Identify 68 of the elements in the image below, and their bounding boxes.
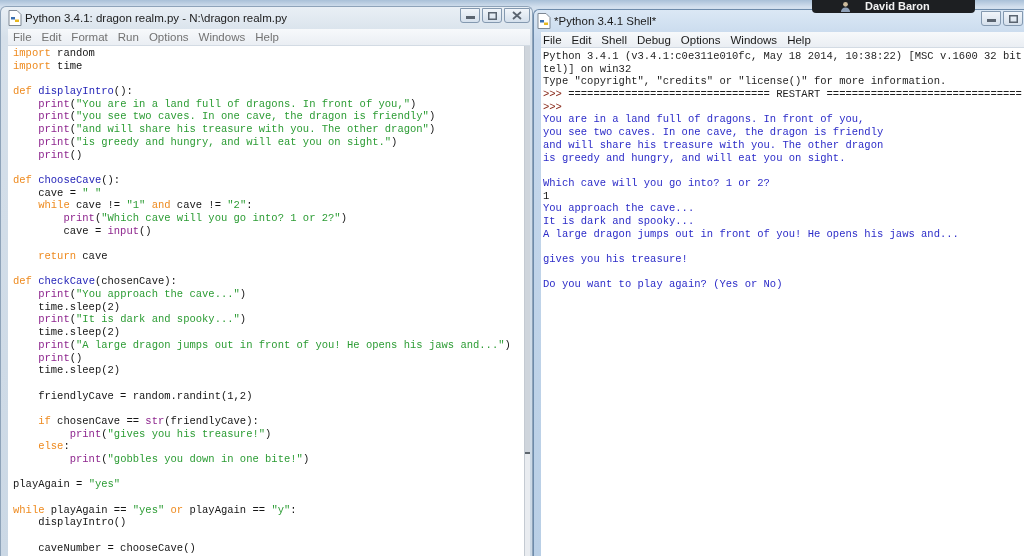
- code-line: print("It is dark and spooky..."): [38, 313, 247, 327]
- document-icon: [537, 13, 551, 29]
- person-silhouette-icon: [840, 1, 851, 12]
- code-line: print("gobbles you down in one bite!"): [69, 453, 310, 466]
- maximize-icon: [487, 11, 497, 20]
- output-line: >>> ================================ RESTART ===============================: [543, 88, 1022, 101]
- menu-item[interactable]: Debug: [636, 33, 671, 46]
- output-line: It is dark and spooky...: [543, 214, 695, 228]
- code-line: import time: [13, 59, 83, 73]
- minimize-button[interactable]: [981, 11, 1001, 26]
- code-line: if chosenCave == str(friendlyCave):: [38, 414, 259, 428]
- code-line: def chooseCave():: [13, 173, 121, 187]
- menu-item[interactable]: Windows: [730, 33, 778, 46]
- menu-item[interactable]: Edit: [571, 33, 592, 46]
- code-line: def displayIntro():: [13, 85, 133, 98]
- code-line: playAgain = "yes": [13, 478, 121, 492]
- code-line: print(): [38, 148, 83, 162]
- window-title: *Python 3.4.1 Shell*: [554, 15, 657, 27]
- code-line: caveNumber = chooseCave(): [38, 541, 196, 555]
- output-line: gives you his treasure!: [543, 253, 688, 266]
- code-line: while playAgain == "yes" or playAgain == "y":: [13, 503, 297, 517]
- code-line: print("is greedy and hungry, and will eat you on sight."): [38, 135, 398, 149]
- code-line: else:: [38, 440, 70, 453]
- code-line: print("you see two caves. In one cave, the dragon is friendly"): [38, 110, 436, 124]
- output-line: You approach the cave...: [543, 202, 695, 215]
- code-line: print("gives you his treasure!"): [69, 427, 272, 441]
- close-icon: [512, 11, 522, 20]
- code-line: time.sleep(2): [38, 364, 121, 377]
- output-line: Which cave will you go into? 1 or 2?: [543, 176, 770, 190]
- code-line: cave = " ": [38, 186, 102, 200]
- maximize-button[interactable]: [1003, 11, 1023, 26]
- menu-item[interactable]: Options: [680, 33, 721, 46]
- code-line: import random: [13, 47, 95, 60]
- code-line: time.sleep(2): [38, 326, 121, 339]
- output-line: tel)] on win32: [543, 62, 632, 76]
- output-line: Type "copyright", "credits" or "license()" for more information.: [543, 75, 947, 89]
- code-line: print(): [38, 351, 83, 365]
- minimize-icon: [465, 16, 475, 19]
- output-line: Do you want to play again? (Yes or No): [543, 278, 783, 292]
- code-line: displayIntro(): [38, 516, 127, 530]
- minimize-icon: [986, 19, 996, 22]
- user-name: David Baron: [865, 0, 930, 13]
- code-line: cave = input(): [63, 224, 152, 238]
- output-line: You are in a land full of dragons. In front of you,: [543, 113, 865, 127]
- code-line: print("You are in a land full of dragons. In front of you,"): [38, 97, 417, 111]
- code-line: print("and will share his treasure with you. The other dragon"): [38, 123, 436, 136]
- scrollbar-thumb[interactable]: [525, 46, 530, 454]
- code-line: friendlyCave = random.randint(1,2): [38, 389, 253, 403]
- document-icon: [8, 10, 22, 26]
- code-line: return cave: [38, 250, 108, 263]
- menu-item[interactable]: Help: [787, 33, 811, 46]
- output-line: 1: [543, 189, 550, 203]
- menu-item[interactable]: Shell: [601, 33, 627, 46]
- code-line: print("A large dragon jumps out in front of you! He opens his jaws and..."): [38, 338, 511, 352]
- menu-item[interactable]: File: [543, 33, 562, 46]
- output-line: you see two caves. In one cave, the dragon is friendly: [543, 126, 884, 139]
- output-line: is greedy and hungry, and will eat you on sight.: [543, 151, 846, 165]
- code-line: def checkCave(chosenCave):: [13, 275, 177, 289]
- window-title: Python 3.4.1: dragon realm.py - N:\dragon realm.py: [25, 12, 288, 24]
- code-line: print("You approach the cave..."): [38, 288, 247, 301]
- output-line: A large dragon jumps out in front of you! He opens his jaws and...: [543, 227, 959, 241]
- maximize-icon: [1008, 14, 1018, 23]
- code-line: time.sleep(2): [38, 300, 121, 314]
- code-line: while cave != "1" and cave != "2":: [38, 199, 253, 212]
- code-line: print("Which cave will you go into? 1 or 2?"): [63, 211, 347, 225]
- output-line: and will share his treasure with you. The other dragon: [543, 138, 884, 152]
- output-line: Python 3.4.1 (v3.4.1:c0e311e010fc, May 18 2014, 10:38:22) [MSC v.1600 32 bit: [543, 50, 1022, 63]
- output-line: >>>: [543, 100, 562, 114]
